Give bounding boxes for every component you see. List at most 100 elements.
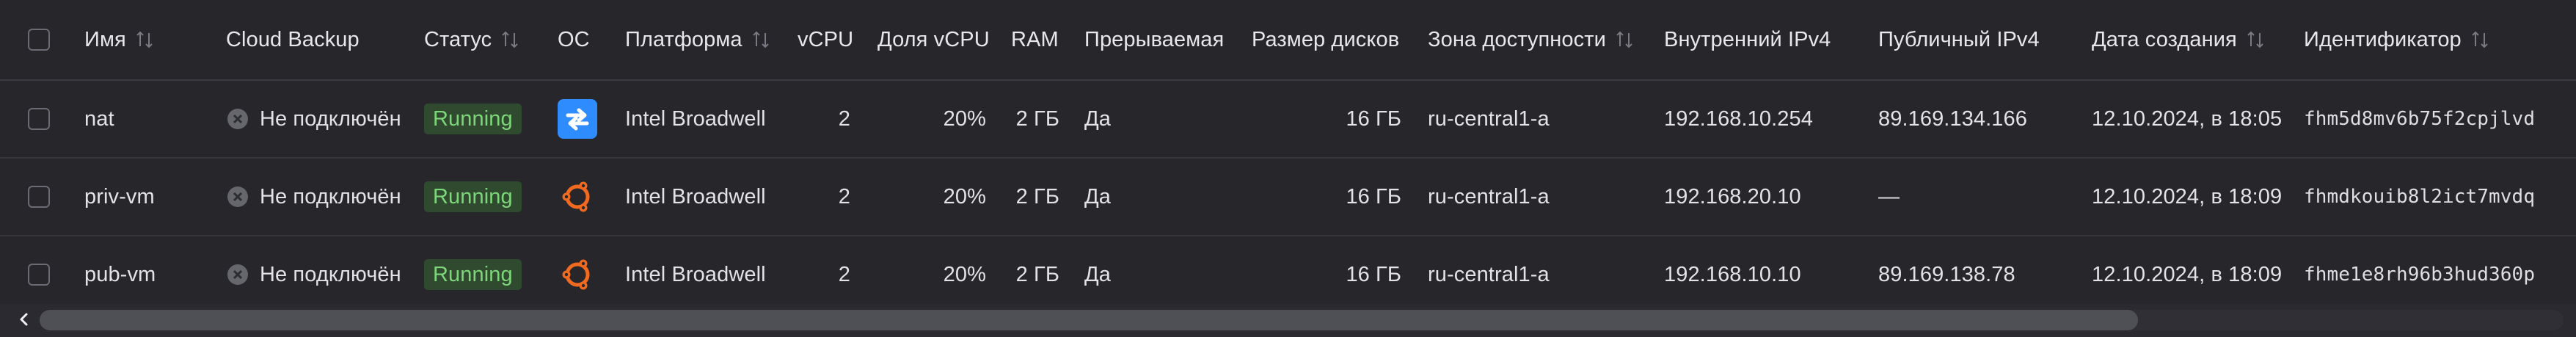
ubuntu-icon: [562, 181, 590, 212]
cloud-backup-label: Не подключён: [260, 262, 401, 286]
scrollbar-thumb[interactable]: [40, 310, 2138, 330]
cloud-backup-status: Не подключён: [226, 81, 402, 157]
column-header-label: vCPU: [798, 27, 854, 51]
instance-id-cell: fhmdkouib8l2ict7mvdq: [2304, 186, 2536, 208]
column-header-zone[interactable]: Зона доступности: [1428, 0, 1648, 79]
created-at-cell: 12.10.2024, в 18:09: [2092, 184, 2283, 209]
column-header-label: Статус: [424, 27, 492, 51]
row-select-cell: [28, 236, 57, 313]
column-header-label: Доля vCPU: [877, 27, 990, 51]
public-ipv4-cell: 89.169.138.78: [1878, 262, 2015, 286]
table-row[interactable]: priv-vm Не подключён Running Intel Broad…: [0, 159, 2576, 236]
vcpu-cell: 2: [838, 106, 850, 131]
cloud-backup-disabled-icon: [227, 264, 248, 285]
column-header-label: Прерываемая: [1084, 27, 1225, 51]
column-header-label: Размер дисков: [1252, 27, 1400, 51]
instances-table: Имя Cloud Backup Статус ОС Платформа vCP…: [0, 0, 2576, 314]
ram-cell: 2 ГБ: [1015, 106, 1059, 131]
instance-name[interactable]: nat: [84, 81, 209, 157]
column-header-public-ipv4: Публичный IPv4: [1878, 0, 2054, 79]
sort-icon[interactable]: [134, 29, 156, 51]
table-row[interactable]: nat Не подключён Running Intel Broadwell: [0, 81, 2576, 159]
internal-ipv4-cell: 192.168.20.10: [1664, 184, 1801, 209]
column-header-platform[interactable]: Платформа: [625, 0, 801, 79]
preemptible-cell: Да: [1084, 184, 1111, 209]
created-at-cell: 12.10.2024, в 18:09: [2092, 262, 2283, 286]
column-header-vcpu-share: Доля vCPU: [877, 0, 990, 79]
column-header-preemptible: Прерываемая: [1084, 0, 1231, 79]
instance-name[interactable]: pub-vm: [84, 236, 209, 313]
preemptible-cell: Да: [1084, 262, 1111, 286]
sort-icon[interactable]: [499, 29, 521, 51]
zone-cell: ru-central1-a: [1428, 106, 1550, 131]
select-all-cell: [28, 0, 57, 79]
created-at-cell: 12.10.2024, в 18:05: [2092, 106, 2283, 131]
status-badge: Running: [424, 181, 522, 212]
instance-id-cell: fhm5d8mv6b75f2cpjlvd: [2304, 108, 2536, 130]
row-checkbox[interactable]: [28, 108, 50, 130]
column-header-label: Дата создания: [2092, 27, 2237, 51]
disk-size-cell: 16 ГБ: [1346, 262, 1401, 286]
column-header-disk-size: Размер дисков: [1252, 0, 1406, 79]
public-ipv4-cell: —: [1878, 184, 1900, 209]
instance-name[interactable]: priv-vm: [84, 159, 209, 235]
row-checkbox[interactable]: [28, 264, 50, 286]
row-select-cell: [28, 81, 57, 157]
row-select-cell: [28, 159, 57, 235]
column-header-label: Cloud Backup: [226, 27, 360, 51]
vcpu-share-cell: 20%: [943, 262, 986, 286]
internal-ipv4-cell: 192.168.10.254: [1664, 106, 1813, 131]
os-cell: [558, 81, 602, 157]
os-cell: [558, 159, 602, 235]
vcpu-share-cell: 20%: [943, 106, 986, 131]
vcpu-cell: 2: [838, 262, 850, 286]
column-header-label: ОС: [558, 27, 590, 51]
sort-icon[interactable]: [1613, 29, 1635, 51]
column-header-label: RAM: [1011, 27, 1059, 51]
column-header-internal-ipv4: Внутренний IPv4: [1664, 0, 1855, 79]
column-header-os: ОС: [558, 0, 602, 79]
sort-icon[interactable]: [2244, 29, 2266, 51]
status-badge: Running: [424, 259, 522, 290]
column-header-vcpu: vCPU: [798, 0, 856, 79]
column-header-created-at[interactable]: Дата создания: [2092, 0, 2290, 79]
column-header-label: Идентификатор: [2304, 27, 2462, 51]
platform-cell: Intel Broadwell: [625, 106, 766, 131]
table-row[interactable]: pub-vm Не подключён Running Intel Broadw…: [0, 236, 2576, 314]
chevron-left-icon[interactable]: [13, 308, 35, 330]
sort-icon[interactable]: [2469, 29, 2491, 51]
column-header-name[interactable]: Имя: [84, 0, 209, 79]
status-cell: Running: [424, 236, 541, 313]
status-badge: Running: [424, 104, 522, 134]
vcpu-share-cell: 20%: [943, 184, 986, 209]
cloud-backup-status: Не подключён: [226, 236, 402, 313]
select-all-checkbox[interactable]: [28, 29, 50, 51]
sort-icon[interactable]: [750, 29, 772, 51]
platform-cell: Intel Broadwell: [625, 262, 766, 286]
nat-instance-icon: [558, 99, 597, 139]
ubuntu-icon: [562, 259, 590, 290]
column-header-id[interactable]: Идентификатор: [2304, 0, 2524, 79]
column-header-label: Платформа: [625, 27, 742, 51]
cloud-backup-disabled-icon: [227, 186, 248, 207]
row-checkbox[interactable]: [28, 186, 50, 208]
column-header-ram: RAM: [1011, 0, 1062, 79]
instance-id-cell: fhme1e8rh96b3hud360p: [2304, 264, 2536, 286]
vcpu-cell: 2: [838, 184, 850, 209]
column-header-cloud-backup: Cloud Backup: [226, 0, 395, 79]
column-header-status[interactable]: Статус: [424, 0, 549, 79]
column-header-label: Внутренний IPv4: [1664, 27, 1831, 51]
zone-cell: ru-central1-a: [1428, 262, 1550, 286]
disk-size-cell: 16 ГБ: [1346, 184, 1401, 209]
public-ipv4-cell: 89.169.134.166: [1878, 106, 2027, 131]
cloud-backup-label: Не подключён: [260, 184, 401, 209]
instances-table-page: Имя Cloud Backup Статус ОС Платформа vCP…: [0, 0, 2576, 337]
scrollbar-track[interactable]: [40, 310, 2564, 330]
ram-cell: 2 ГБ: [1015, 262, 1059, 286]
disk-size-cell: 16 ГБ: [1346, 106, 1401, 131]
cloud-backup-disabled-icon: [227, 109, 248, 129]
cloud-backup-status: Не подключён: [226, 159, 402, 235]
horizontal-scrollbar[interactable]: [0, 304, 2576, 337]
status-cell: Running: [424, 159, 541, 235]
column-header-label: Зона доступности: [1428, 27, 1606, 51]
